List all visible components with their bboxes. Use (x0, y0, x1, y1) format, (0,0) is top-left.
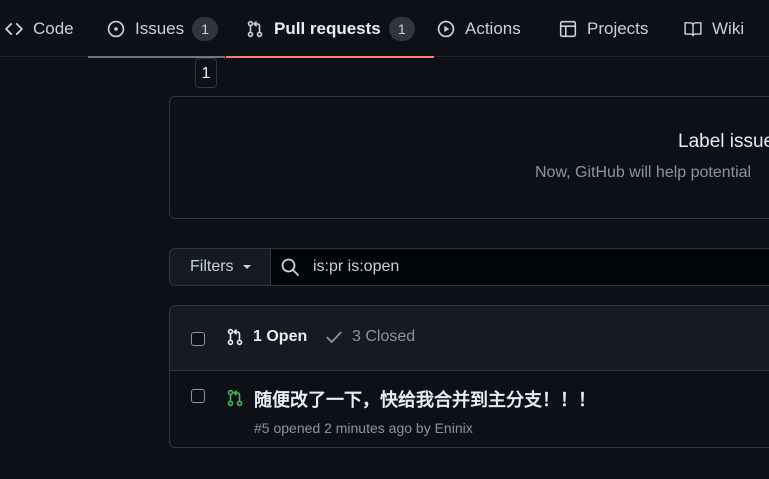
check-icon (326, 331, 342, 343)
list-header: 1 Open 3 Closed (170, 306, 769, 371)
search-icon (280, 257, 300, 277)
tab-wiki[interactable]: Wiki (684, 0, 744, 57)
select-all-checkbox[interactable] (191, 332, 205, 346)
issues-count-badge: 1 (192, 16, 219, 41)
tab-projects[interactable]: Projects (559, 0, 648, 57)
git-pull-request-icon (227, 328, 243, 346)
open-filter-link[interactable]: 1 Open (226, 328, 307, 346)
filters-button[interactable]: Filters (169, 248, 270, 286)
label-issues-banner: Label issue Now, GitHub will help potent… (169, 96, 769, 219)
issue-opened-icon (107, 20, 125, 38)
tab-wiki-label: Wiki (712, 18, 745, 38)
search-input[interactable] (311, 257, 755, 277)
git-pull-request-icon (246, 20, 264, 38)
caret-down-icon (242, 265, 251, 269)
tab-actions-label: Actions (465, 18, 521, 38)
git-pull-request-open-icon (226, 389, 244, 407)
tab-pull-requests[interactable]: Pull requests 1 (226, 0, 434, 58)
closed-count-label: 3 Closed (352, 328, 416, 345)
search-bar (270, 248, 769, 286)
tab-code[interactable]: Code (5, 0, 74, 57)
closed-filter-link[interactable]: 3 Closed (325, 328, 415, 346)
code-icon (5, 20, 23, 38)
tab-active-underline (226, 56, 434, 58)
pull-request-list: 1 Open 3 Closed 随便改了一下，快给我合并到主分支！！！ #5 o… (169, 305, 769, 448)
pr-select-checkbox[interactable] (191, 389, 205, 403)
play-icon (437, 20, 455, 38)
banner-title: Label issue (678, 131, 769, 152)
tab-actions[interactable]: Actions (437, 0, 521, 57)
count-tooltip: 1 (195, 58, 217, 88)
tab-code-label: Code (33, 18, 74, 38)
pr-meta: #5 opened 2 minutes ago by Eninix (254, 420, 473, 436)
pull-requests-count-badge: 1 (388, 16, 415, 41)
book-icon (684, 20, 702, 38)
banner-text: Now, GitHub will help potential (535, 164, 752, 181)
tab-issues-label: Issues (135, 18, 185, 38)
filters-button-label: Filters (190, 258, 234, 275)
tab-projects-label: Projects (587, 18, 649, 38)
tab-pull-requests-label: Pull requests (274, 18, 381, 38)
repo-nav-tabs: Code Issues 1 Pull requests 1 Actions Pr… (0, 0, 769, 58)
table-icon (559, 20, 577, 38)
tab-issues[interactable]: Issues 1 (88, 0, 226, 58)
open-count-label: 1 Open (253, 328, 308, 345)
pr-title-link[interactable]: 随便改了一下，快给我合并到主分支！！！ (254, 386, 596, 412)
